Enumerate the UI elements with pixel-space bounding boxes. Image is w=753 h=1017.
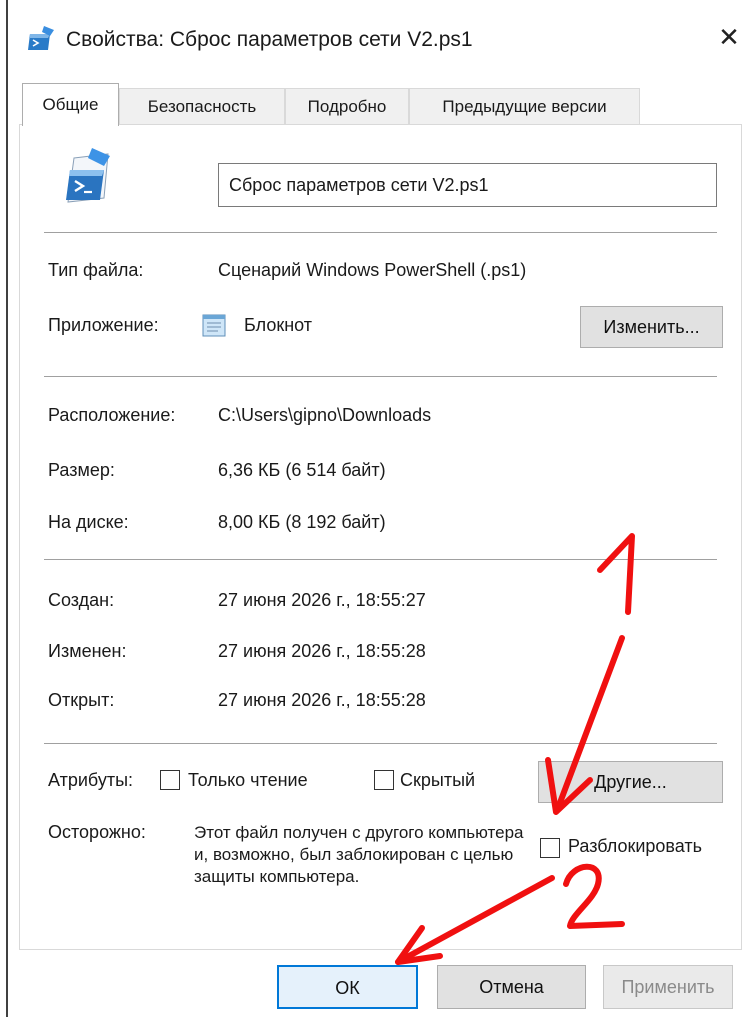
- opened-value: 27 июня 2026 г., 18:55:28: [218, 690, 426, 710]
- notepad-icon: [202, 314, 226, 337]
- cancel-button[interactable]: Отмена: [437, 965, 586, 1009]
- hidden-checkbox[interactable]: [374, 770, 394, 790]
- separator: [44, 559, 717, 560]
- tab-security[interactable]: Безопасность: [119, 88, 285, 124]
- apply-button[interactable]: Применить: [603, 965, 733, 1009]
- change-app-button[interactable]: Изменить...: [580, 306, 723, 348]
- location-label: Расположение:: [48, 405, 176, 425]
- window-left-border: [6, 0, 8, 1017]
- separator: [44, 232, 717, 233]
- location-value: C:\Users\gipno\Downloads: [218, 405, 432, 425]
- modified-label: Изменен:: [48, 641, 127, 661]
- file-type-label: Тип файла:: [48, 260, 144, 280]
- modified-value: 27 июня 2026 г., 18:55:28: [218, 641, 426, 661]
- app-label: Приложение:: [48, 315, 159, 335]
- created-value: 27 июня 2026 г., 18:55:27: [218, 590, 426, 610]
- tab-details[interactable]: Подробно: [285, 88, 409, 124]
- warning-label: Осторожно:: [48, 822, 146, 842]
- advanced-attributes-button[interactable]: Другие...: [538, 761, 723, 803]
- readonly-label[interactable]: Только чтение: [188, 770, 308, 791]
- app-value: Блокнот: [244, 315, 313, 335]
- hidden-label[interactable]: Скрытый: [400, 770, 475, 791]
- unblock-label[interactable]: Разблокировать: [568, 836, 728, 857]
- window-title: Свойства: Сброс параметров сети V2.ps1: [66, 28, 473, 51]
- disk-size-value: 8,00 КБ (8 192 байт): [218, 512, 386, 532]
- opened-label: Открыт:: [48, 690, 115, 710]
- unblock-checkbox[interactable]: [540, 838, 560, 858]
- attributes-label: Атрибуты:: [48, 770, 134, 790]
- size-value: 6,36 КБ (6 514 байт): [218, 460, 386, 480]
- close-icon[interactable]: ✕: [712, 20, 746, 54]
- annotation-label-2: 2: [0, 0, 1, 1]
- file-name-field[interactable]: Сброс параметров сети V2.ps1: [218, 163, 717, 207]
- tab-general[interactable]: Общие: [22, 83, 119, 126]
- tab-previous-versions[interactable]: Предыдущие версии: [409, 88, 640, 124]
- powershell-script-icon: [66, 148, 110, 203]
- ok-button[interactable]: ОК: [277, 965, 418, 1009]
- created-label: Создан:: [48, 590, 115, 610]
- size-label: Размер:: [48, 460, 115, 480]
- warning-text: Этот файл получен с другого компьютера и…: [194, 823, 524, 886]
- readonly-checkbox[interactable]: [160, 770, 180, 790]
- separator: [44, 743, 717, 744]
- separator: [44, 376, 717, 377]
- file-type-value: Сценарий Windows PowerShell (.ps1): [218, 260, 527, 280]
- powershell-script-icon: [28, 26, 54, 50]
- annotation-label-1: 1: [0, 0, 1, 1]
- disk-size-label: На диске:: [48, 512, 129, 532]
